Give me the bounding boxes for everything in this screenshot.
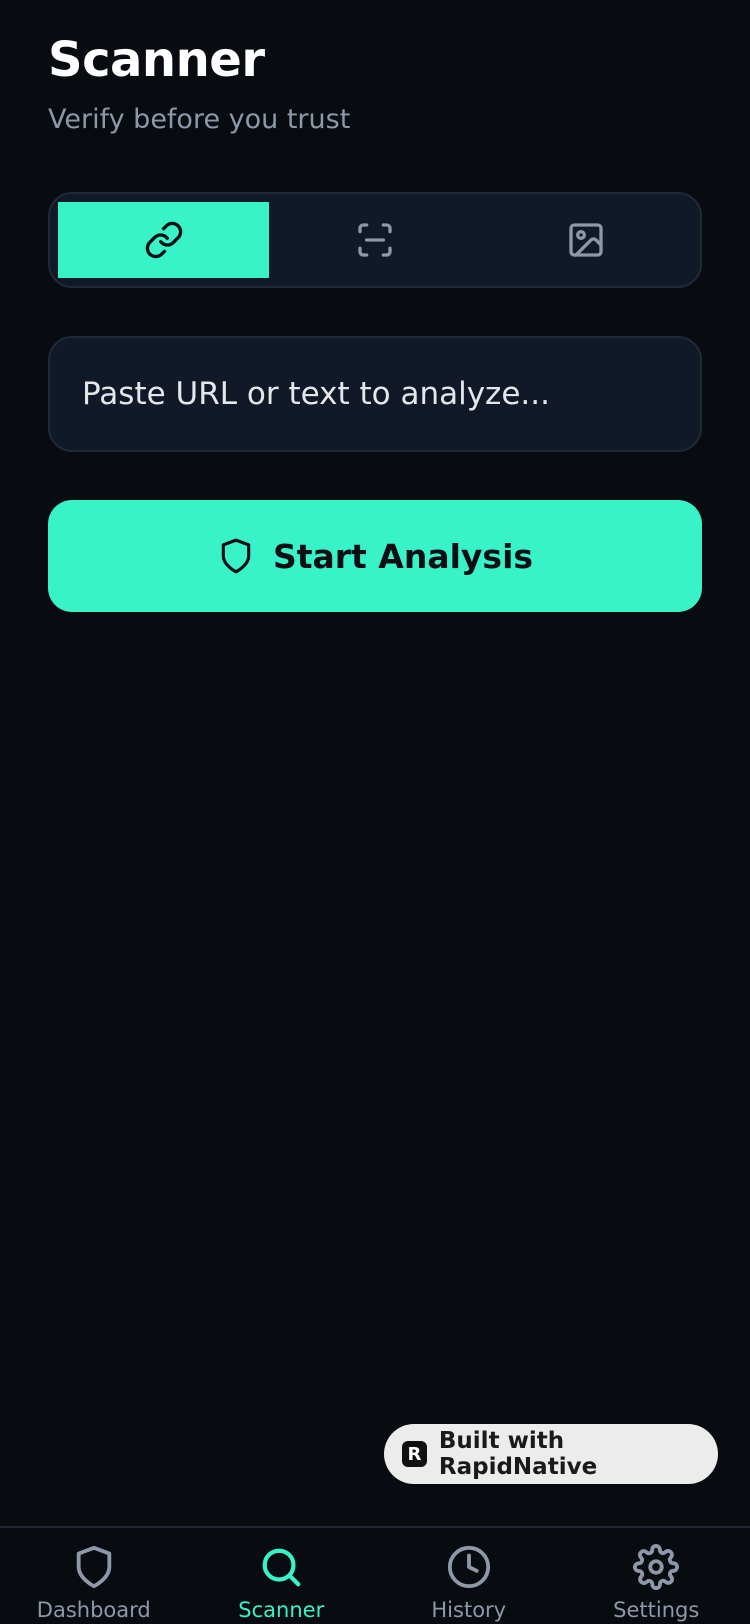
badge-label: Built with RapidNative [438,1428,598,1480]
scan-icon [358,223,392,257]
search-icon [262,1548,301,1587]
shield-icon [221,538,251,574]
nav-label-dashboard: Dashboard [36,1598,151,1622]
built-with-badge[interactable]: R Built with RapidNative [384,1424,718,1484]
scanner-screen: Scanner Verify before you trust Paste UR… [0,0,750,1624]
image-icon [569,223,603,257]
shield-icon [76,1545,112,1589]
nav-item-history[interactable]: History [375,1528,563,1624]
nav-label-settings: Settings [613,1598,700,1622]
rapidnative-logo-icon: R [402,1441,427,1467]
scan-mode-tabs [48,192,702,288]
tab-image-mode[interactable] [481,202,692,278]
tab-scan-mode[interactable] [269,202,480,278]
tab-url-mode[interactable] [58,202,270,278]
start-analysis-label: Start Analysis [272,536,534,576]
nav-item-settings[interactable]: Settings [563,1528,750,1624]
analyze-input[interactable] [82,376,668,412]
nav-label-history: History [431,1598,507,1622]
nav-item-dashboard[interactable]: Dashboard [0,1528,188,1624]
gear-icon [633,1544,680,1590]
nav-item-scanner[interactable]: Scanner [188,1528,376,1624]
bottom-nav: Dashboard Scanner History Settings [0,1526,750,1624]
analyze-input-container [48,336,702,452]
nav-label-scanner: Scanner [238,1598,325,1622]
clock-icon [447,1545,490,1589]
page-title: Scanner [48,32,265,88]
start-analysis-button[interactable]: Start Analysis [48,500,702,612]
link-icon [145,221,182,259]
page-subtitle: Verify before you trust [48,104,351,135]
